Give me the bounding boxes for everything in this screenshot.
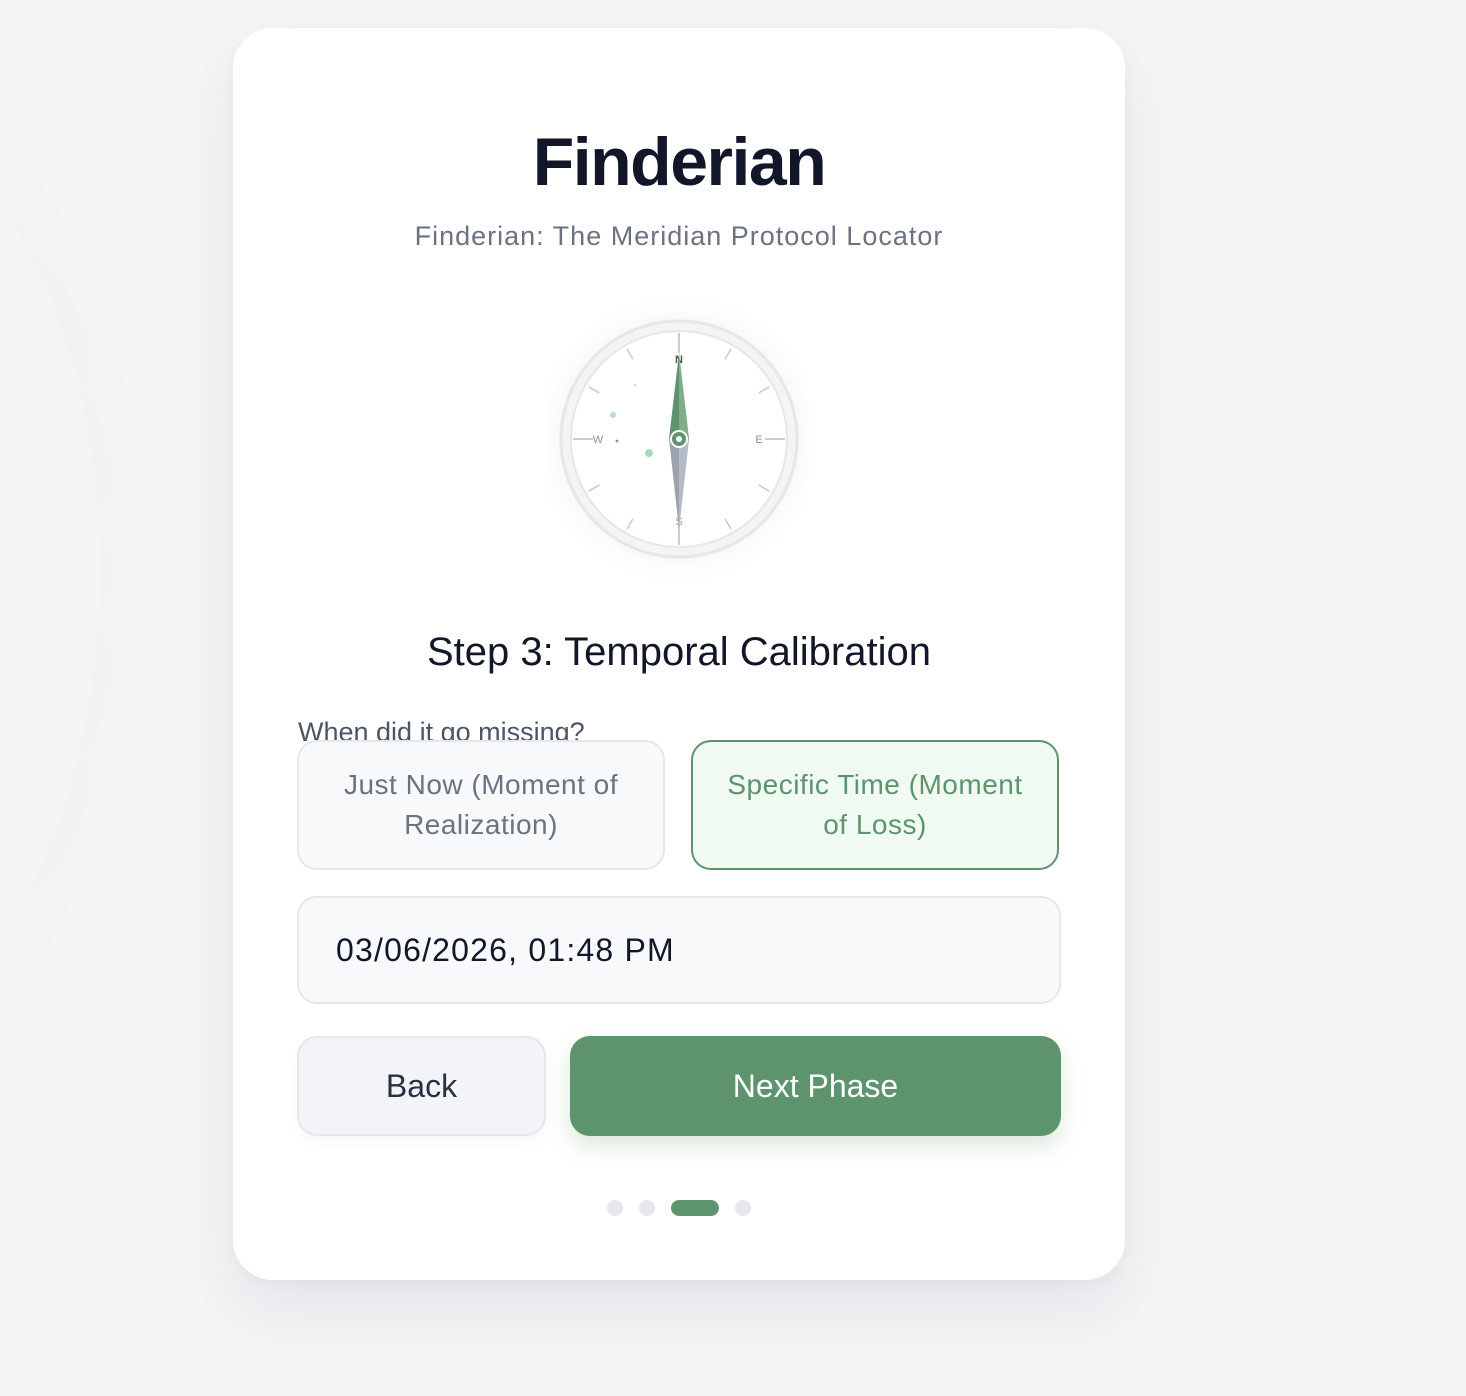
compass-graphic: N S E W — [529, 289, 829, 589]
compass-icon: N S E W — [529, 281, 829, 601]
next-phase-button[interactable]: Next Phase — [570, 1036, 1061, 1136]
wizard-card: Finderian Finderian: The Meridian Protoc… — [233, 28, 1125, 1280]
progress-dot-1 — [607, 1200, 623, 1216]
progress-dot-3 — [671, 1200, 719, 1216]
datetime-input[interactable]: 03/06/2026, 01:48 PM — [297, 896, 1061, 1004]
compass-west-label: W — [593, 434, 604, 446]
app-title: Finderian — [532, 124, 827, 200]
progress-dot-4 — [735, 1200, 751, 1216]
progress-dots — [607, 1199, 751, 1217]
option-just-now[interactable]: Just Now (Moment of Realization) — [297, 740, 665, 870]
back-button[interactable]: Back — [297, 1036, 546, 1136]
background-decoration — [0, 120, 100, 1020]
app-subtitle: Finderian: The Meridian Protocol Locator — [414, 221, 944, 251]
step-heading: Step 3: Temporal Calibration — [427, 630, 931, 674]
progress-dot-2 — [639, 1200, 655, 1216]
compass-east-label: E — [755, 434, 762, 446]
option-specific-time[interactable]: Specific Time (Moment of Loss) — [691, 740, 1059, 870]
